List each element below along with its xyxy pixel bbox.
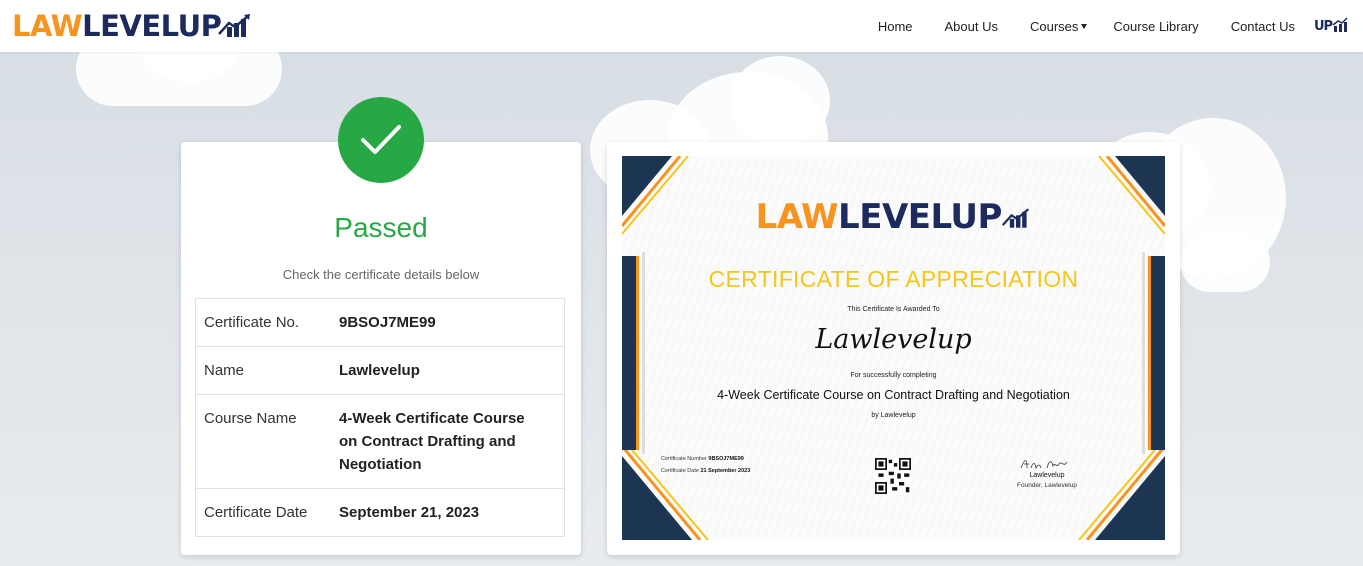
checkmark-icon xyxy=(361,125,401,154)
status-title: Passed xyxy=(334,212,428,243)
logo-text-levelup: LEVELUP xyxy=(82,8,222,43)
certificate-image[interactable]: LAWLEVELUP CERTIFICATE OF APPRECIATION T… xyxy=(622,156,1165,540)
status-subtitle: Check the certificate details below xyxy=(282,267,480,282)
certificate-logo-levelup: LEVELUP xyxy=(838,197,1002,237)
certificate-date-label: Certificate Date xyxy=(195,488,331,537)
chart-bars-icon xyxy=(218,14,251,37)
certificate-number-line: Certificate Number 9BSOJ7ME99 xyxy=(661,456,744,462)
name-label: Name xyxy=(195,346,331,395)
table-row: Certificate No. 9BSOJ7ME99 xyxy=(196,299,565,347)
signatory-role: Founder, Lawlevelup xyxy=(1017,482,1077,489)
cloud xyxy=(730,56,830,146)
success-badge xyxy=(338,97,424,183)
name-value: Lawlevelup xyxy=(331,346,565,395)
certificate-date-caption: Certificate Date xyxy=(661,468,699,474)
certificate-logo: LAWLEVELUP xyxy=(622,200,1165,234)
qr-code xyxy=(875,458,911,494)
logo-text-law: LAW xyxy=(12,8,83,43)
signature xyxy=(1020,460,1068,470)
table-row: Certificate Date September 21, 2023 xyxy=(195,488,565,537)
certificate-number-value: 9BSOJ7ME99 xyxy=(339,314,436,331)
certificate-details-table: Certificate No. 9BSOJ7ME99 Name Lawlevel… xyxy=(195,298,565,537)
certificate-date-line: Certificate Date 21 September 2023 xyxy=(661,468,750,474)
certificate-date-value: September 21, 2023 xyxy=(331,488,565,537)
table-row: Name Lawlevelup xyxy=(195,346,565,395)
result-card: Passed Check the certificate details bel… xyxy=(181,142,581,555)
certificate-awarded-to: This Certificate Is Awarded To xyxy=(847,306,940,313)
nav-contact-us[interactable]: Contact Us xyxy=(1231,19,1295,34)
certificate-title: CERTIFICATE OF APPRECIATION xyxy=(708,266,1079,292)
upm-brand-icon[interactable]: UP xyxy=(1314,17,1348,33)
nav-home[interactable]: Home xyxy=(878,19,913,34)
cloud xyxy=(1180,232,1270,292)
table-row: Course Name 4-Week Certificate Course on… xyxy=(195,394,565,489)
certificate-recipient: Lawlevelup xyxy=(815,324,972,355)
nav-courses[interactable]: Courses xyxy=(1030,18,1088,34)
nav-about-us[interactable]: About Us xyxy=(945,19,998,34)
main-nav: Home About Us Courses Course Library Con… xyxy=(878,0,1363,52)
certificate-number-caption: Certificate Number xyxy=(661,456,707,462)
certificate-card: LAWLEVELUP CERTIFICATE OF APPRECIATION T… xyxy=(607,142,1180,555)
course-name-value: 4-Week Certificate Course on Contract Dr… xyxy=(331,394,565,489)
signatory-name: Lawlevelup xyxy=(1029,472,1065,479)
course-name-label: Course Name xyxy=(195,394,331,489)
nav-courses-label: Courses xyxy=(1030,18,1079,34)
chevron-down-icon xyxy=(1081,23,1088,29)
nav-course-library[interactable]: Course Library xyxy=(1113,19,1198,34)
certificate-by-text: by Lawlevelup xyxy=(871,412,916,419)
site-logo[interactable]: LAWLEVELUP xyxy=(12,9,251,43)
certificate-course: 4-Week Certificate Course on Contract Dr… xyxy=(717,388,1070,402)
certificate-number-label: Certificate No. xyxy=(204,314,300,331)
certificate-number-text: 9BSOJ7ME99 xyxy=(708,456,744,462)
svg-text:UP: UP xyxy=(1314,19,1333,33)
chart-bars-icon xyxy=(1002,208,1030,228)
certificate-for-text: For successfully completing xyxy=(850,372,937,379)
site-header: LAWLEVELUP Home About Us Courses Course … xyxy=(0,0,1363,52)
certificate-logo-law: LAW xyxy=(755,197,839,237)
certificate-date-text: 21 September 2023 xyxy=(700,468,751,474)
